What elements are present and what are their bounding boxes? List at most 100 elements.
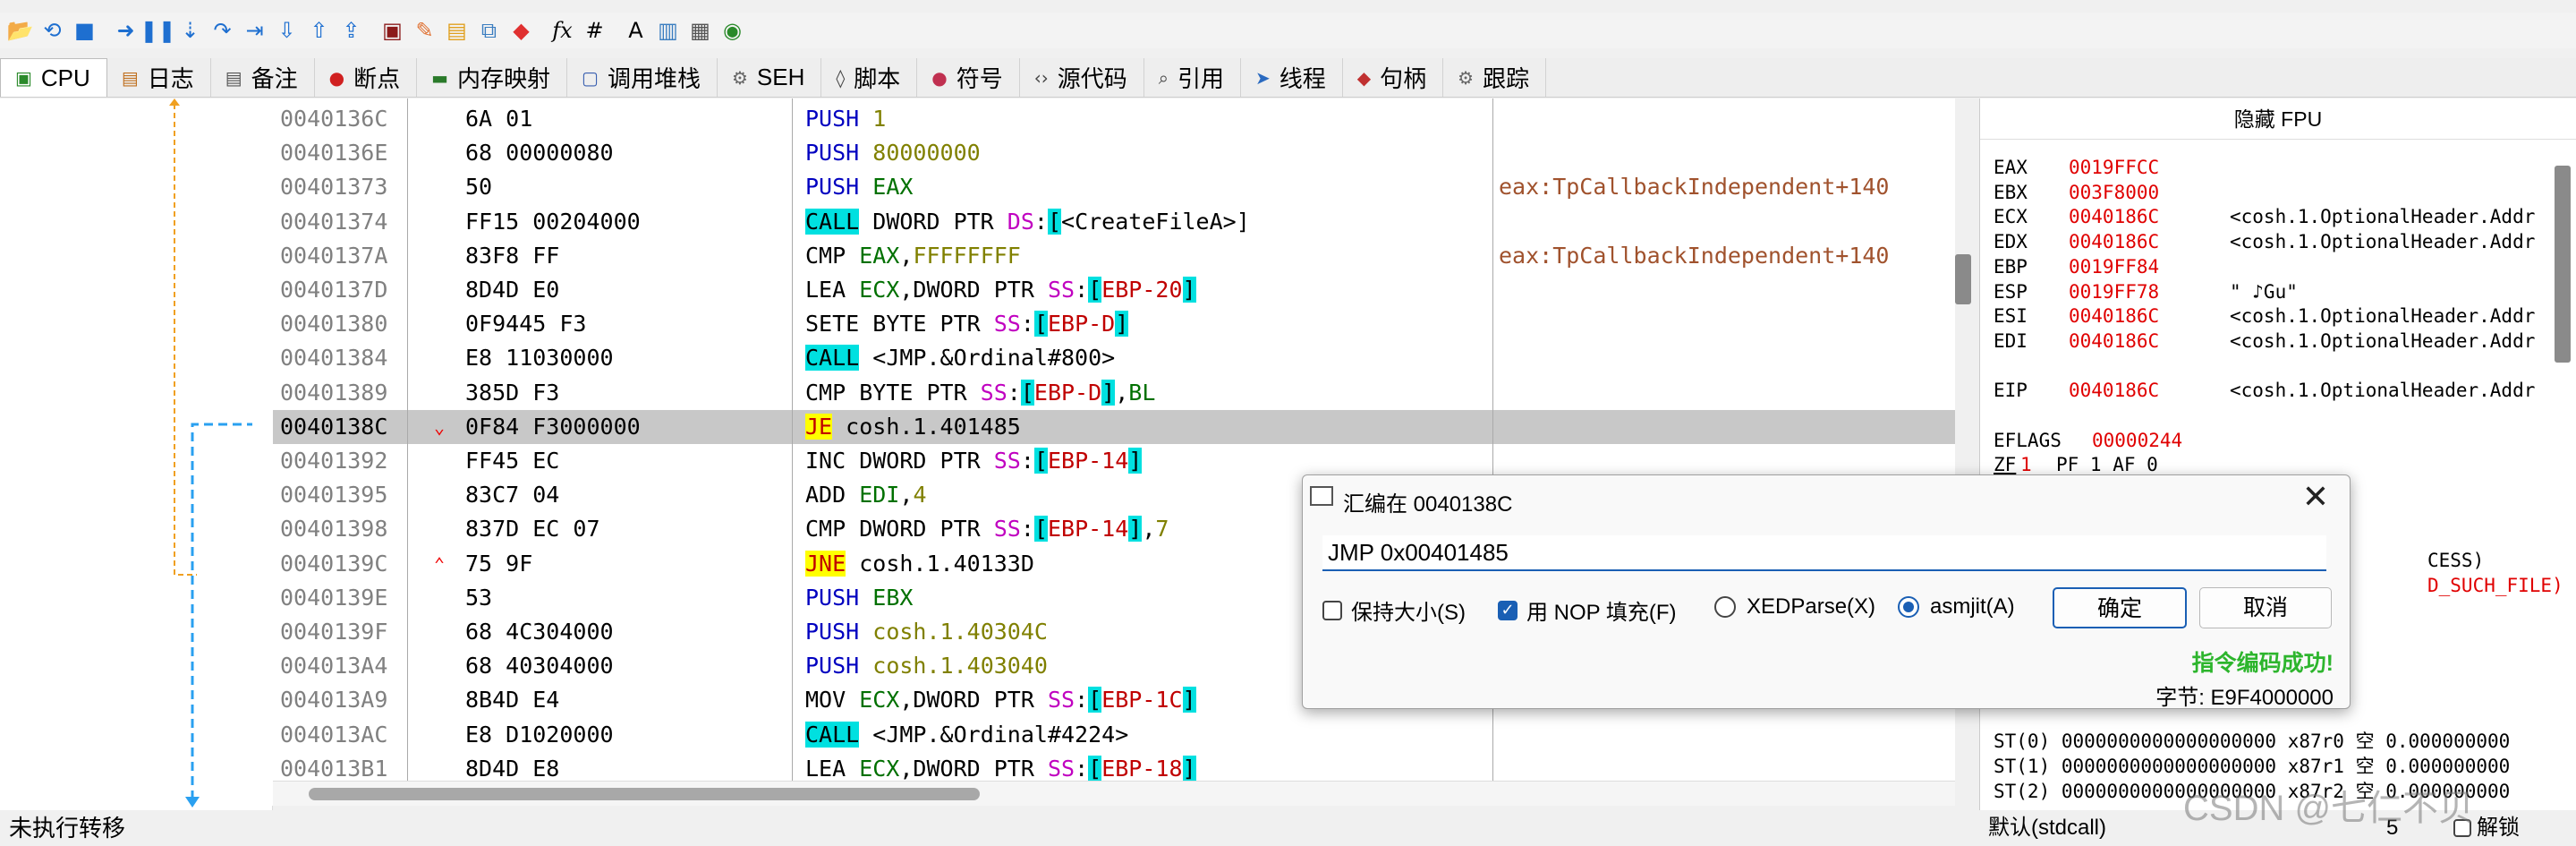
- fpu-register[interactable]: ST(0) 0000000000000000000 x87r0 空 0.0000…: [1994, 730, 2510, 753]
- bookmark-icon[interactable]: ◆: [506, 16, 536, 46]
- tab-references[interactable]: ⌕ 引用: [1144, 58, 1241, 97]
- register-edx[interactable]: EDX 0040186C <cosh.1.OptionalHeader.Addr: [1994, 230, 2535, 253]
- register-comment: PF 1 AF 0: [2056, 454, 2158, 476]
- function-icon[interactable]: fx: [548, 16, 577, 46]
- register-edi[interactable]: EDI 0040186C <cosh.1.OptionalHeader.Addr: [1994, 329, 2535, 353]
- disasm-row[interactable]: 00401389 385D F3 CMP BYTE PTR SS:[EBP-D],B…: [273, 376, 1955, 410]
- operand: EBP-D: [1033, 379, 1102, 406]
- close-button[interactable]: ✕: [2298, 479, 2334, 515]
- labels-icon[interactable]: ⧉: [474, 16, 504, 46]
- tab-cpu[interactable]: ▣ CPU: [0, 58, 107, 97]
- operand: EAX: [846, 242, 900, 269]
- operand[interactable]: <JMP.&Ordinal#4224>: [872, 722, 1128, 748]
- globe-icon[interactable]: ◉: [718, 16, 747, 46]
- tab-label: 备注: [251, 65, 298, 92]
- tab-memory-map[interactable]: ▬ 内存映射: [417, 58, 568, 97]
- tab-source[interactable]: ‹› 源代码: [1020, 58, 1144, 97]
- disasm-row[interactable]: 0040136C 6A 01 PUSH 1: [273, 102, 1955, 136]
- cancel-button[interactable]: 取消: [2199, 587, 2332, 628]
- tab-seh[interactable]: ⚙ SEH: [718, 58, 822, 97]
- opcode-bytes: 0F9445 F3: [465, 311, 587, 338]
- disasm-row[interactable]: 0040137A 83F8 FF CMP EAX,FFFFFFFF eax:TpCal…: [273, 239, 1955, 273]
- tab-breakpoint[interactable]: ● 断点: [315, 58, 418, 97]
- register-comment: <cosh.1.OptionalHeader.Addr: [2230, 305, 2536, 328]
- hash-icon[interactable]: #: [580, 16, 609, 46]
- tab-log[interactable]: ▤ 日志: [107, 58, 211, 97]
- operand[interactable]: <JMP.&Ordinal#800>: [872, 345, 1115, 371]
- scylla-icon[interactable]: ▣: [378, 16, 407, 46]
- register-esp[interactable]: ESP 0019FF78 " ♪Gu": [1994, 280, 2298, 303]
- assembly-input[interactable]: [1322, 535, 2326, 571]
- register-scrollbar[interactable]: [2555, 166, 2571, 363]
- fill-nop-checkbox[interactable]: ✓: [1498, 600, 1518, 620]
- pause-icon[interactable]: ❚❚: [140, 16, 175, 46]
- register-ecx[interactable]: ECX 0040186C <cosh.1.OptionalHeader.Addr: [1994, 205, 2535, 228]
- tab-handles[interactable]: ◆ 句柄: [1343, 58, 1444, 97]
- tab-call-stack[interactable]: ▢ 调用堆栈: [567, 58, 718, 97]
- step-over-icon[interactable]: ↷: [208, 16, 237, 46]
- tab-trace[interactable]: ⚙ 跟踪: [1443, 58, 1547, 97]
- xedparse-option[interactable]: XEDParse(X): [1714, 594, 1875, 620]
- call-convention-select[interactable]: 默认(stdcall): [1988, 816, 2106, 840]
- trace-into-icon[interactable]: ⇥: [240, 16, 269, 46]
- register-eflags[interactable]: EFLAGS 00000244: [1994, 429, 2253, 452]
- keep-size-checkbox[interactable]: [1322, 600, 1342, 620]
- register-eax[interactable]: EAX 0019FFCC: [1994, 156, 2230, 179]
- patch-icon[interactable]: ✎: [410, 16, 439, 46]
- trace-over-icon[interactable]: ⇩: [272, 16, 302, 46]
- disasm-row[interactable]: 0040137D 8D4D E0 LEA ECX,DWORD PTR SS:[EBP…: [273, 273, 1955, 307]
- font-icon[interactable]: A: [621, 16, 650, 46]
- disassembly-scroll-thumb[interactable]: [1955, 254, 1971, 304]
- operand: [859, 345, 872, 371]
- register-name: EDI: [1994, 329, 2028, 352]
- breakpoint-icon: ●: [328, 66, 345, 89]
- fpu-register[interactable]: ST(1) 0000000000000000000 x87r1 空 0.0000…: [1994, 755, 2510, 778]
- stop-icon[interactable]: ■: [70, 16, 99, 46]
- register-eip[interactable]: EIP 0040186C <cosh.1.OptionalHeader.Addr: [1994, 379, 2535, 402]
- disasm-row[interactable]: 004013AC E8 D1020000 CALL <JMP.&Ordinal#42…: [273, 718, 1955, 752]
- keep-size-option[interactable]: 保持大小(S): [1322, 594, 1466, 626]
- tab-symbols[interactable]: ● 符号: [917, 58, 1020, 97]
- register-ebx[interactable]: EBX 003F8000: [1994, 181, 2230, 204]
- script-icon[interactable]: ▥: [653, 16, 683, 46]
- tab-label: 断点: [353, 65, 401, 92]
- step-into-icon[interactable]: ⇣: [175, 16, 205, 46]
- tab-threads[interactable]: ➤ 线程: [1241, 58, 1343, 97]
- restart-icon[interactable]: ⟲: [38, 16, 67, 46]
- disasm-row[interactable]: 00401373 50 PUSH EAX eax:TpCallbackIndepend…: [273, 170, 1955, 204]
- opcode-bytes: 385D F3: [465, 379, 560, 406]
- disasm-row[interactable]: 0040136E 68 00000080 PUSH 80000000: [273, 136, 1955, 170]
- operand: ]: [1128, 448, 1143, 474]
- disasm-row[interactable]: 00401374 FF15 00204000 CALL DWORD PTR DS:[…: [273, 205, 1955, 239]
- register-ebp[interactable]: EBP 0019FF84: [1994, 255, 2230, 278]
- asmjit-radio[interactable]: [1898, 596, 1919, 618]
- comments-icon[interactable]: ▤: [442, 16, 472, 46]
- disasm-row[interactable]: 00401380 0F9445 F3 SETE BYTE PTR SS:[EBP-D…: [273, 307, 1955, 341]
- calculator-icon[interactable]: ▦: [685, 16, 715, 46]
- disasm-row[interactable]: 0040138C ⌄ 0F84 F3000000 JE cosh.1.401485: [273, 409, 1955, 444]
- xedparse-radio[interactable]: [1714, 596, 1736, 618]
- disasm-row[interactable]: 00401392 FF45 EC INC DWORD PTR SS:[EBP-14]: [273, 444, 1955, 478]
- ok-button[interactable]: 确定: [2053, 587, 2187, 628]
- register-zf[interactable]: ZF 1 PF 1 AF 0: [1994, 453, 2158, 476]
- operand[interactable]: cosh.1.40133D: [859, 551, 1034, 577]
- tab-notes[interactable]: ▤ 备注: [211, 58, 315, 97]
- operand[interactable]: <CreateFileA>: [1061, 209, 1237, 235]
- execute-till-return-icon[interactable]: ⇪: [336, 16, 366, 46]
- operand[interactable]: cosh.1.401485: [846, 414, 1021, 440]
- run-icon[interactable]: ➜: [111, 16, 140, 46]
- hide-fpu-toggle[interactable]: 隐藏 FPU: [1980, 98, 2576, 140]
- operand: ,: [1142, 516, 1156, 543]
- horizontal-scroll-thumb[interactable]: [309, 788, 980, 800]
- disasm-row[interactable]: 00401384 E8 11030000 CALL <JMP.&Ordinal#80…: [273, 341, 1955, 375]
- operand: ,: [1115, 379, 1129, 406]
- fill-nop-option[interactable]: ✓ 用 NOP 填充(F): [1498, 594, 1677, 626]
- breakpoint-gutter[interactable]: [252, 98, 273, 806]
- register-esi[interactable]: ESI 0040186C <cosh.1.OptionalHeader.Addr: [1994, 304, 2535, 328]
- address: 0040139F: [280, 619, 388, 645]
- tab-script-tab[interactable]: ◊ 脚本: [821, 58, 918, 97]
- operand: EBP-18: [1101, 755, 1183, 782]
- asmjit-option[interactable]: asmjit(A): [1898, 594, 2015, 620]
- run-to-user-icon[interactable]: ⇧: [304, 16, 334, 46]
- open-icon[interactable]: 📂: [5, 16, 35, 46]
